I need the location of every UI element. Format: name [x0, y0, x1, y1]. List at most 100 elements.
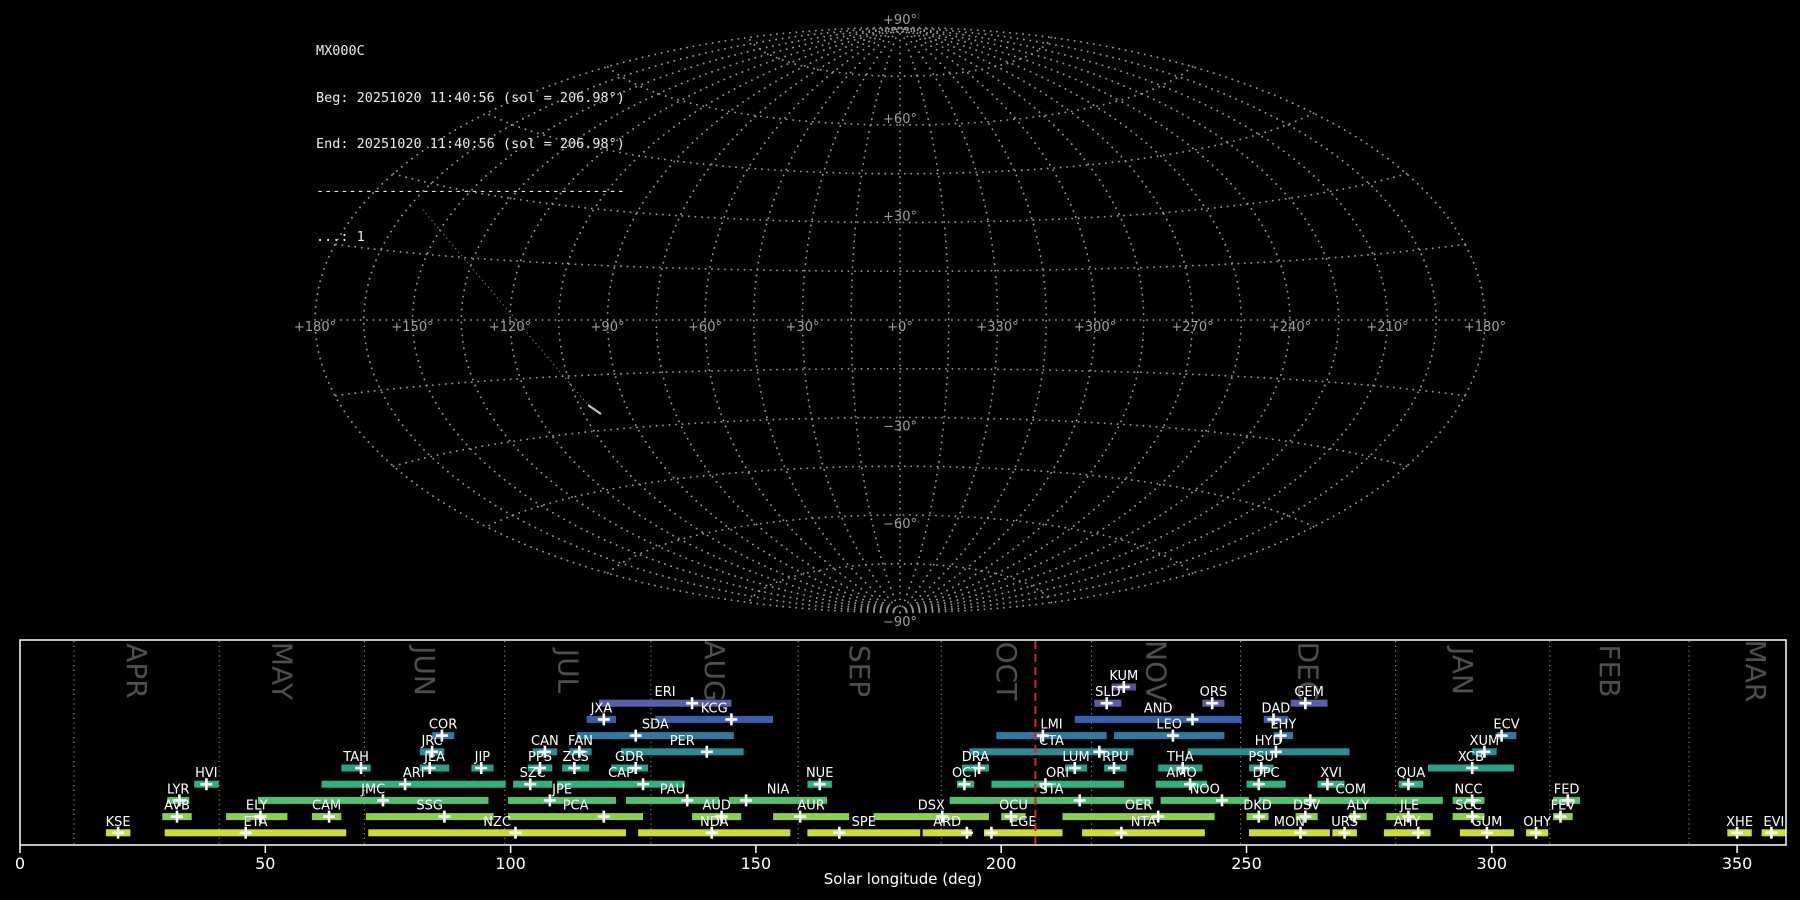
equator-longitude-label: +90°	[591, 320, 625, 335]
shower-code-label: JPE	[551, 782, 572, 797]
shower-code-label: JXA	[590, 701, 613, 716]
shower-code-label: AND	[1144, 701, 1173, 716]
month-label: FEB	[1593, 644, 1626, 697]
shower-bar-NZC	[368, 829, 626, 837]
equator-longitude-label: +0°	[887, 320, 913, 335]
shower-code-label: XHE	[1726, 815, 1753, 830]
shower-code-label: XVI	[1320, 766, 1342, 781]
equator-longitude-label: +120°	[489, 320, 531, 335]
shower-code-label: FEV	[1551, 799, 1576, 814]
shower-code-label: HYD	[1255, 734, 1283, 749]
x-axis-title: Solar longitude (deg)	[824, 870, 982, 888]
plot-window: { "info": { "station": "MX000C", "beg_li…	[0, 0, 1800, 900]
shower-code-label: JEA	[423, 750, 445, 765]
equator-longitude-label: +150°	[391, 320, 433, 335]
shower-code-label: CAM	[312, 799, 341, 814]
shower-peak-marker	[740, 794, 753, 807]
shower-code-label: SSG	[416, 799, 443, 814]
shower-code-label: ARD	[933, 815, 961, 830]
shower-code-label: SZC	[520, 766, 546, 781]
shower-code-label: ERI	[655, 685, 676, 700]
latitude-label: +30°	[883, 210, 917, 225]
shower-peak-marker	[700, 745, 713, 758]
month-label: SEP	[843, 645, 876, 697]
shower-bar-JMC	[257, 796, 489, 804]
shower-code-label: NTA	[1131, 815, 1157, 830]
equator-longitude-label: +60°	[688, 320, 722, 335]
shower-peak-marker	[597, 810, 610, 823]
shower-bar-DPC	[1246, 780, 1286, 788]
shower-code-label: DSX	[918, 799, 945, 814]
shower-bar-ARI	[321, 780, 506, 788]
shower-code-label: SCC	[1455, 799, 1481, 814]
shower-code-label: AHY	[1394, 815, 1421, 830]
shower-code-label: NIA	[767, 782, 790, 797]
sky-grid-parallel	[747, 562, 1053, 604]
shower-bar-STA	[949, 796, 1154, 804]
shower-bar-PCA	[508, 813, 643, 821]
shower-peak-marker	[686, 697, 699, 710]
x-axis-tick-label: 0	[15, 854, 25, 873]
shower-code-label: COM	[1336, 782, 1367, 797]
month-label: APR	[120, 643, 153, 699]
shower-peak-marker	[1186, 713, 1199, 726]
shower-bar-SDA	[576, 732, 734, 740]
x-axis-tick-label: 300	[1477, 854, 1508, 873]
shower-code-label: OCU	[999, 799, 1028, 814]
meteor-plot-canvas: +180° +150° +120° +90° +60° +30° +0° +330° +300°…	[15, 13, 1787, 888]
shower-code-label: JMC	[360, 782, 385, 797]
latitude-label: −30°	[883, 420, 917, 435]
shower-peak-marker	[637, 778, 650, 791]
shower-code-label: THA	[1166, 750, 1194, 765]
south-pole-label: −90°	[883, 615, 917, 630]
shower-code-label: ALY	[1347, 799, 1369, 814]
x-axis: 0 50 100 150 200 250 300 350 Solar longitude (de…	[15, 845, 1752, 888]
shower-code-label: PER	[670, 734, 695, 749]
north-pole-label: +90°	[883, 13, 917, 28]
month-label: NOV	[1140, 640, 1173, 702]
shower-bar-SPE	[807, 829, 921, 837]
shower-code-label: ELY	[246, 799, 268, 814]
shower-code-label: OER	[1125, 799, 1152, 814]
equator-longitude-label: +30°	[786, 320, 820, 335]
shower-code-label: DPC	[1253, 766, 1280, 781]
shower-code-label: DRA	[962, 750, 990, 765]
shower-bars: KUMERI SLD ORS GEMJXA KCG AND DADCOR SDA LMI LEO E…	[106, 669, 1787, 839]
shower-peak-marker	[985, 826, 998, 839]
shower-code-label: EHY	[1270, 718, 1296, 733]
shower-peak-marker	[960, 826, 973, 839]
shower-code-label: CAP	[608, 766, 634, 781]
equator-longitude-label: +270°	[1171, 320, 1213, 335]
month-label: MAY	[265, 642, 298, 701]
x-axis-tick-label: 100	[495, 854, 526, 873]
shower-code-label: SDA	[642, 718, 669, 733]
shower-code-label: EVI	[1763, 815, 1784, 830]
shower-code-label: NZC	[483, 815, 511, 830]
shower-activity-timeline: APR MAY JUN JUL AUG SEP OCT NOV DEC JAN FEB MARKUME…	[15, 639, 1787, 888]
shower-code-label: NDA	[700, 815, 729, 830]
month-label: JUL	[551, 647, 584, 694]
month-label: MAR	[1739, 640, 1772, 703]
shower-bar-SSG	[365, 813, 494, 821]
shower-bar-MON	[1249, 829, 1330, 837]
shower-peak-marker	[1073, 794, 1086, 807]
equator-longitude-label: +330°	[976, 320, 1018, 335]
shower-code-label: GDR	[615, 750, 644, 765]
shower-peak-marker	[833, 826, 846, 839]
shower-peak-marker	[509, 826, 522, 839]
month-label: JAN	[1446, 645, 1479, 695]
shower-code-label: PCA	[563, 799, 589, 814]
equator-longitude-label: +180°	[1464, 320, 1506, 335]
x-axis-tick-label: 200	[986, 854, 1017, 873]
x-axis-tick-label: 50	[255, 854, 275, 873]
x-axis-tick-label: 350	[1722, 854, 1753, 873]
shower-code-label: KCG	[701, 701, 728, 716]
sky-grid-parallel	[747, 36, 1053, 78]
month-label: AUG	[698, 640, 731, 701]
latitude-label: +60°	[883, 112, 917, 127]
shower-bar-DSX	[873, 813, 989, 821]
shower-code-label: EGE	[1010, 815, 1037, 830]
shower-peak-marker	[629, 729, 642, 742]
shower-bar-ETA	[164, 829, 347, 837]
equator-longitude-label: +210°	[1366, 320, 1408, 335]
